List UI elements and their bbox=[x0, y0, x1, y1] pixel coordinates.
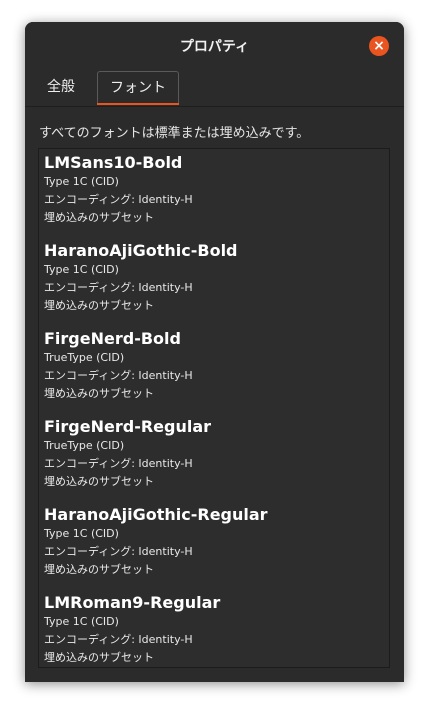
font-list[interactable]: LMSans10-Bold Type 1C (CID) エンコーディング: Id… bbox=[38, 148, 390, 668]
fonts-page: すべてのフォントは標準または埋め込みです。 LMSans10-Bold Type… bbox=[25, 107, 404, 682]
close-icon: × bbox=[373, 38, 385, 54]
font-embedding: 埋め込みのサブセット bbox=[44, 299, 154, 312]
tab-bar: 全般 フォント bbox=[25, 69, 404, 107]
font-encoding: エンコーディング: Identity-H bbox=[44, 369, 193, 382]
font-encoding: エンコーディング: Identity-H bbox=[44, 193, 193, 206]
list-item: FirgeNerd-Regular TrueType (CID) エンコーディン… bbox=[44, 417, 384, 491]
tab-general[interactable]: 全般 bbox=[35, 71, 87, 104]
close-button[interactable]: × bbox=[369, 36, 389, 56]
list-item: HaranoAjiGothic-Regular Type 1C (CID) エン… bbox=[44, 505, 384, 579]
font-type: Type 1C (CID) bbox=[44, 175, 119, 188]
properties-dialog: プロパティ × 全般 フォント すべてのフォントは標準または埋め込みです。 LM… bbox=[25, 22, 404, 682]
list-item: LMSans10-Bold Type 1C (CID) エンコーディング: Id… bbox=[44, 153, 384, 227]
list-item: HaranoAjiGothic-Bold Type 1C (CID) エンコーデ… bbox=[44, 241, 384, 315]
font-type: Type 1C (CID) bbox=[44, 263, 119, 276]
font-encoding: エンコーディング: Identity-H bbox=[44, 633, 193, 646]
font-embedding: 埋め込みのサブセット bbox=[44, 387, 154, 400]
font-name: FirgeNerd-Regular bbox=[44, 417, 212, 436]
tab-fonts[interactable]: フォント bbox=[97, 71, 179, 105]
fonts-summary: すべてのフォントは標準または埋め込みです。 bbox=[39, 126, 310, 141]
font-encoding: エンコーディング: Identity-H bbox=[44, 281, 193, 294]
font-name: HaranoAjiGothic-Regular bbox=[44, 505, 268, 524]
font-name: LMSans10-Bold bbox=[44, 153, 183, 172]
font-name: LMRoman9-Regular bbox=[44, 593, 221, 612]
font-embedding: 埋め込みのサブセット bbox=[44, 651, 154, 664]
font-type: TrueType (CID) bbox=[44, 351, 125, 364]
font-encoding: エンコーディング: Identity-H bbox=[44, 545, 193, 558]
font-name: FirgeNerd-Bold bbox=[44, 329, 181, 348]
font-type: Type 1C (CID) bbox=[44, 527, 119, 540]
font-name: HaranoAjiGothic-Bold bbox=[44, 241, 238, 260]
list-item: LMRoman9-Regular Type 1C (CID) エンコーディング:… bbox=[44, 593, 384, 667]
font-encoding: エンコーディング: Identity-H bbox=[44, 457, 193, 470]
font-embedding: 埋め込みのサブセット bbox=[44, 475, 154, 488]
font-type: Type 1C (CID) bbox=[44, 615, 119, 628]
title-bar[interactable]: プロパティ × bbox=[25, 22, 404, 69]
font-embedding: 埋め込みのサブセット bbox=[44, 563, 154, 576]
font-embedding: 埋め込みのサブセット bbox=[44, 211, 154, 224]
font-type: TrueType (CID) bbox=[44, 439, 125, 452]
dialog-title: プロパティ bbox=[179, 39, 250, 55]
list-item: FirgeNerd-Bold TrueType (CID) エンコーディング: … bbox=[44, 329, 384, 403]
